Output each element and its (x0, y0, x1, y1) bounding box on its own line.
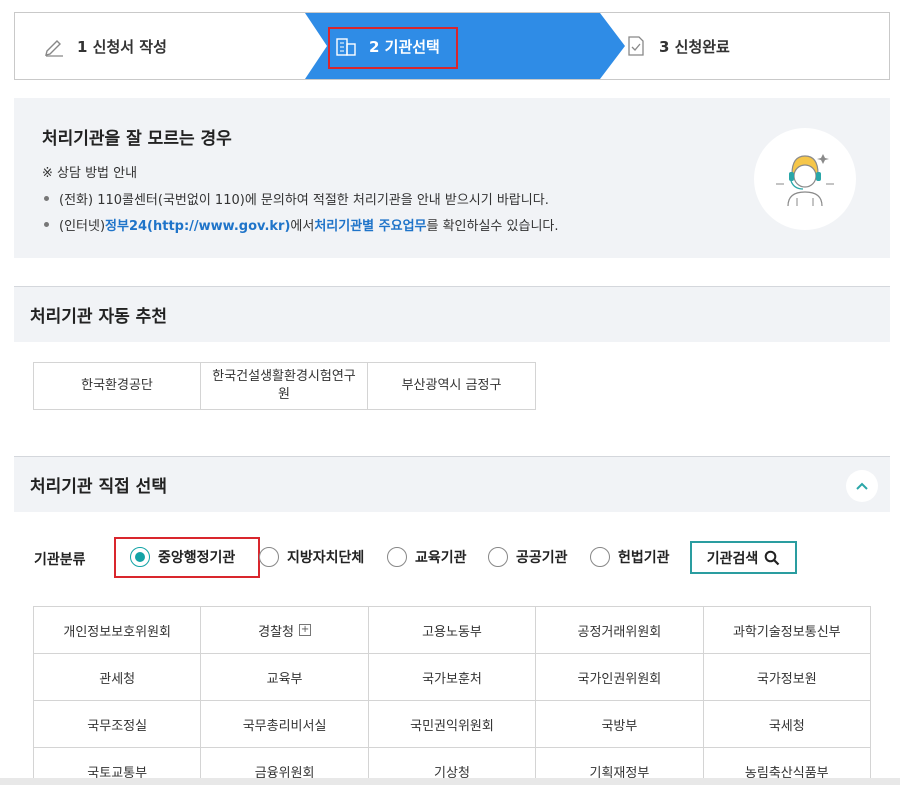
step-label: 1 신청서 작성 (77, 37, 167, 56)
category-label: 기관분류 (34, 552, 86, 568)
radio-icon[interactable] (590, 547, 610, 567)
gov24-link[interactable]: 정부24(http://www.gov.kr) (105, 215, 290, 234)
radio-local-government[interactable]: 지방자치단체 (259, 538, 364, 576)
info-subtitle: ※ 상담 방법 안내 (42, 166, 138, 181)
agency-item[interactable]: 공정거래위원회 (536, 607, 704, 654)
agency-item[interactable]: 국무총리비서실 (201, 701, 369, 748)
auto-recommend-header: 처리기관 자동 추천 (14, 286, 890, 342)
expand-plus-icon[interactable]: + (299, 624, 312, 636)
recommended-agency[interactable]: 부산광역시 금정구 (368, 363, 535, 409)
horizontal-scrollbar[interactable] (0, 778, 900, 785)
agency-grid: 개인정보보호위원회 경찰청 + 고용노동부 공정거래위원회 과학기술정보통신부 관… (33, 606, 871, 785)
auto-recommend-list: 한국환경공단 한국건설생활환경시험연구원 부산광역시 금정구 (33, 362, 536, 410)
radio-constitutional[interactable]: 헌법기관 (590, 538, 670, 576)
agency-item[interactable]: 국민권익위원회 (368, 701, 537, 748)
document-check-icon (625, 35, 647, 57)
agency-item[interactable]: 개인정보보호위원회 (34, 607, 202, 654)
agency-item[interactable]: 국방부 (536, 701, 704, 748)
agency-search-button[interactable]: 기관검색 (690, 541, 797, 574)
collapse-button[interactable] (846, 470, 878, 502)
step-write-application: 1 신청서 작성 (15, 13, 307, 79)
agency-item[interactable]: 국무조정실 (34, 701, 202, 748)
agency-item[interactable]: 국가정보원 (703, 654, 871, 701)
agency-item[interactable]: 교육부 (201, 654, 369, 701)
agency-item[interactable]: 국가보훈처 (368, 654, 537, 701)
recommended-agency[interactable]: 한국건설생활환경시험연구원 (201, 363, 368, 409)
radio-icon[interactable] (488, 547, 508, 567)
bullet-icon (44, 222, 49, 227)
radio-icon[interactable] (387, 547, 407, 567)
agency-item[interactable]: 국세청 (703, 701, 871, 748)
bullet-icon (44, 196, 49, 201)
info-internet-line: (인터넷) 정부24(http://www.gov.kr) 에서 처리기관별 주… (44, 215, 559, 234)
step-label: 3 신청완료 (659, 37, 730, 56)
pencil-icon (43, 35, 65, 57)
section-title: 처리기관 직접 선택 (30, 477, 167, 497)
radio-public-institution[interactable]: 공공기관 (488, 538, 568, 576)
agency-duties-link[interactable]: 처리기관별 주요업무 (314, 215, 426, 234)
help-info-panel: 처리기관을 잘 모르는 경우 ※ 상담 방법 안내 (전화) 110콜센터(국번… (14, 98, 890, 258)
radio-icon[interactable] (259, 547, 279, 567)
selected-option-highlight (114, 537, 260, 578)
agency-item[interactable]: 국가인권위원회 (536, 654, 704, 701)
info-phone-line: (전화) 110콜센터(국번없이 110)에 문의하여 적절한 처리기관을 안내… (44, 189, 549, 208)
active-step-highlight (328, 27, 458, 69)
agency-item[interactable]: 경찰청 + (201, 607, 369, 654)
consultant-headset-icon (754, 128, 856, 230)
recommended-agency[interactable]: 한국환경공단 (34, 363, 201, 409)
radio-education[interactable]: 교육기관 (387, 538, 467, 576)
direct-select-header: 처리기관 직접 선택 (14, 456, 890, 512)
agency-item[interactable]: 고용노동부 (368, 607, 537, 654)
step-progress-bar: 1 신청서 작성 2 기관선택 3 신청완료 (14, 12, 890, 80)
info-title: 처리기관을 잘 모르는 경우 (42, 129, 232, 149)
agency-item[interactable]: 과학기술정보통신부 (703, 607, 871, 654)
agency-item[interactable]: 관세청 (34, 654, 202, 701)
chevron-up-icon (856, 482, 868, 490)
step-complete: 3 신청완료 (625, 13, 885, 79)
search-icon (764, 550, 780, 565)
